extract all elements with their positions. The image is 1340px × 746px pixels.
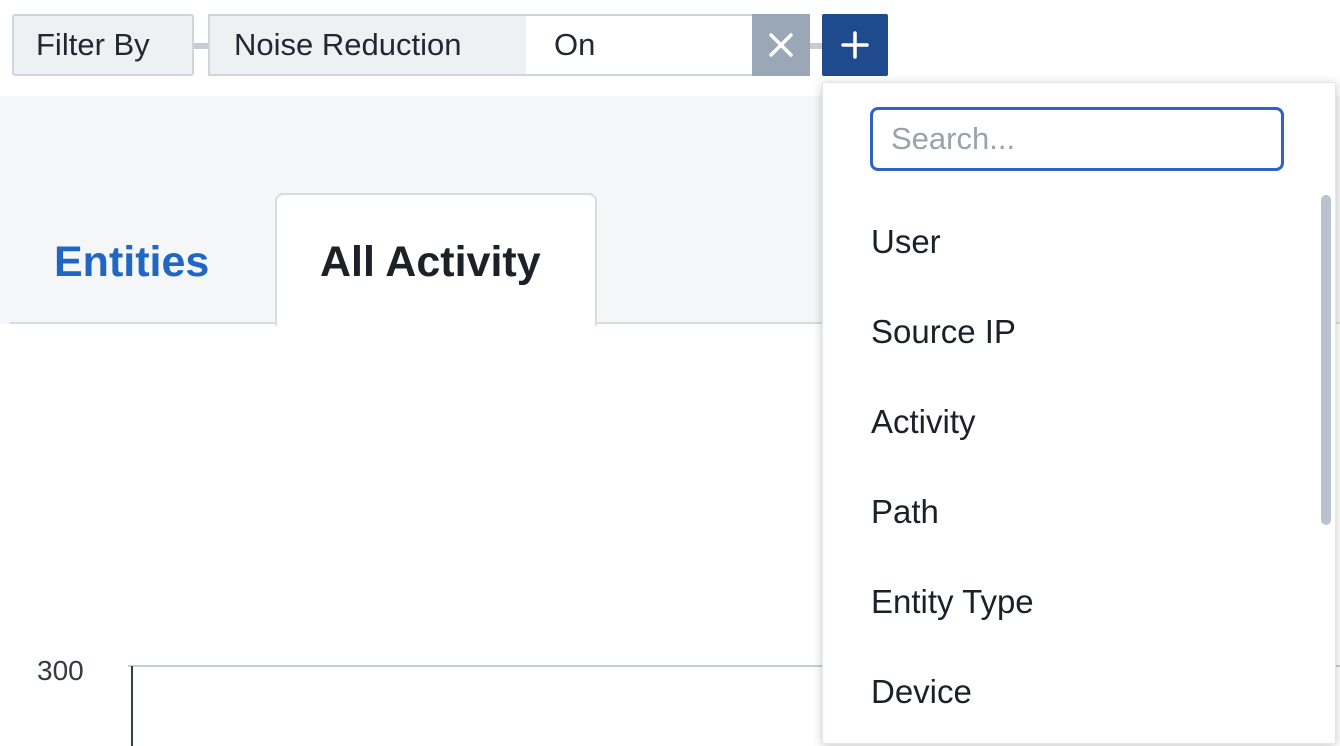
dropdown-item-user[interactable]: User	[823, 197, 1313, 287]
dropdown-item-activity[interactable]: Activity	[823, 377, 1313, 467]
y-axis-tick-label: 300	[37, 655, 84, 686]
dropdown-options: User Source IP Activity Path Entity Type…	[823, 197, 1313, 737]
dropdown-item-device[interactable]: Device	[823, 647, 1313, 737]
page: Filter By Noise Reduction On Entities Al…	[0, 0, 1340, 746]
dropdown-item-entity-type[interactable]: Entity Type	[823, 557, 1313, 647]
search-input[interactable]	[870, 107, 1284, 171]
filter-by-label: Filter By	[12, 14, 194, 76]
plus-icon	[841, 31, 869, 59]
dropdown-item-path[interactable]: Path	[823, 467, 1313, 557]
filter-field-select[interactable]: Noise Reduction	[208, 14, 528, 76]
dropdown-scrollbar[interactable]	[1321, 195, 1331, 525]
add-filter-button[interactable]	[822, 14, 888, 76]
filter-value-input[interactable]: On	[526, 14, 754, 76]
clear-filter-button[interactable]	[752, 14, 810, 76]
tab-all-activity[interactable]: All Activity	[275, 193, 597, 326]
dropdown-item-source-ip[interactable]: Source IP	[823, 287, 1313, 377]
close-icon	[769, 33, 793, 57]
tab-all-activity-label: All Activity	[320, 238, 541, 286]
field-dropdown: User Source IP Activity Path Entity Type…	[822, 82, 1336, 744]
tab-entities[interactable]: Entities	[54, 232, 209, 292]
